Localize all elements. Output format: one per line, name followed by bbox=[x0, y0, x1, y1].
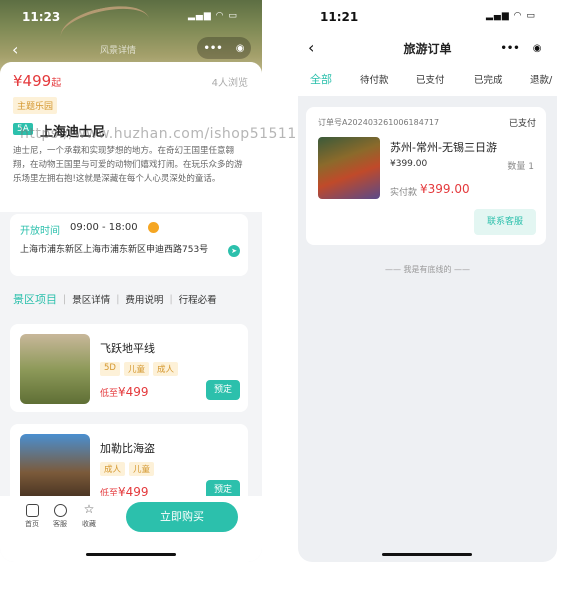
open-label: 开放时间 bbox=[20, 226, 60, 237]
address: 上海市浦东新区上海市浦东新区申迪西路753号 bbox=[20, 245, 209, 255]
tab-must-read[interactable]: 行程必看 bbox=[179, 292, 217, 306]
open-info-box: 开放时间 09:00 - 18:00 上海市浦东新区上海市浦东新区申迪西路753… bbox=[10, 214, 248, 276]
end-of-list: —— 我是有底线的 —— bbox=[384, 265, 471, 274]
tab-fees[interactable]: 费用说明 bbox=[125, 292, 163, 306]
view-count: 4人浏览 bbox=[211, 78, 248, 89]
tab-pending-payment[interactable]: 待付款 bbox=[360, 72, 389, 86]
product-tag: 儿童 bbox=[123, 362, 149, 376]
mini-program-capsule[interactable]: ••• ◉ bbox=[197, 37, 251, 59]
order-quantity: 数量 1 bbox=[507, 162, 534, 172]
theme-tag: 主题乐园 bbox=[13, 97, 58, 114]
travel-orders-screen: 11:21 ▂▄▆ ◠ ▭ ‹ 旅游订单 ••• ◉ 全部 待付款 已支付 已完成… bbox=[298, 0, 557, 562]
status-icons: ▂▄▆ ◠ ▭ bbox=[188, 11, 238, 21]
home-icon bbox=[25, 504, 39, 517]
tab-projects[interactable]: 景区项目 bbox=[13, 291, 57, 307]
order-card[interactable]: 订单号A202403261006184717 已支付 苏州-常州-无锡三日游 ¥… bbox=[306, 107, 546, 245]
order-thumbnail bbox=[318, 137, 380, 199]
status-time: 11:21 bbox=[320, 10, 359, 24]
home-indicator bbox=[86, 553, 176, 556]
order-tabs: 全部 待付款 已支付 已完成 退款/ bbox=[298, 70, 557, 92]
clock-icon bbox=[148, 222, 159, 233]
home-indicator bbox=[382, 553, 472, 556]
level-badge: 5A bbox=[13, 123, 33, 135]
more-icon[interactable]: ••• bbox=[204, 43, 223, 54]
buy-now-button[interactable]: 立即购买 bbox=[126, 502, 238, 532]
tab-detail[interactable]: 景区详情 bbox=[72, 292, 110, 306]
close-target-icon[interactable]: ◉ bbox=[236, 43, 245, 54]
product-tag: 儿童 bbox=[129, 462, 155, 476]
product-thumbnail bbox=[20, 334, 90, 404]
paid-label: 实付款 bbox=[390, 188, 418, 198]
order-status: 已支付 bbox=[508, 119, 536, 129]
service-icon bbox=[53, 504, 67, 517]
product-tag: 成人 bbox=[152, 362, 178, 376]
status-time: 11:23 bbox=[22, 10, 61, 24]
order-unit-price: ¥399.00 bbox=[390, 159, 428, 169]
bottom-action-bar: 首页 客服 ☆ 收藏 立即购买 bbox=[0, 496, 262, 562]
product-tag: 5D bbox=[100, 362, 120, 376]
contact-service-button[interactable]: 联系客服 bbox=[474, 209, 536, 235]
tab-completed[interactable]: 已完成 bbox=[474, 72, 503, 86]
product-name: 加勒比海盗 bbox=[100, 442, 155, 455]
home-button[interactable]: 首页 bbox=[20, 504, 44, 529]
price: ¥499起 bbox=[13, 72, 62, 90]
product-tags: 成人 儿童 bbox=[100, 462, 155, 476]
favorite-button[interactable]: ☆ 收藏 bbox=[77, 502, 101, 529]
product-price: 低至¥499 bbox=[100, 385, 149, 399]
product-name: 飞跃地平线 bbox=[100, 342, 155, 355]
tab-paid[interactable]: 已支付 bbox=[416, 72, 445, 86]
mini-program-capsule[interactable]: ••• ◉ bbox=[494, 37, 548, 59]
nav-title: 风景详情 bbox=[100, 46, 137, 56]
scenic-tabs: 景区项目 | 景区详情 | 费用说明 | 行程必看 bbox=[13, 291, 217, 307]
scenic-name: 上海迪士尼 bbox=[40, 125, 106, 140]
product-tag: 成人 bbox=[100, 462, 126, 476]
order-number: 订单号A202403261006184717 bbox=[318, 118, 440, 127]
more-icon[interactable]: ••• bbox=[501, 43, 520, 54]
scenic-detail-screen: 11:23 ▂▄▆ ◠ ▭ ‹ 风景详情 ••• ◉ ¥499起 4人浏览 主题乐… bbox=[0, 0, 262, 562]
tab-all[interactable]: 全部 bbox=[310, 71, 332, 87]
scenic-description: 迪士尼，一个承载和实现梦想的地方。在奇幻王国里任意翱翔，在动物王国里与可爱的动物… bbox=[13, 146, 243, 184]
back-icon[interactable]: ‹ bbox=[12, 40, 18, 59]
navigate-icon[interactable]: ➤ bbox=[228, 245, 240, 257]
close-target-icon[interactable]: ◉ bbox=[533, 43, 542, 54]
product-card[interactable]: 飞跃地平线 5D 儿童 成人 低至¥499 预定 bbox=[10, 324, 248, 412]
product-tags: 5D 儿童 成人 bbox=[100, 362, 178, 376]
order-product-name: 苏州-常州-无锡三日游 bbox=[390, 141, 497, 154]
service-button[interactable]: 客服 bbox=[48, 504, 72, 529]
paid-amount: ¥399.00 bbox=[420, 182, 470, 196]
open-time: 09:00 - 18:00 bbox=[70, 222, 138, 233]
star-icon: ☆ bbox=[83, 502, 95, 516]
status-icons: ▂▄▆ ◠ ▭ bbox=[486, 11, 536, 21]
product-thumbnail bbox=[20, 434, 90, 504]
tab-refund[interactable]: 退款/ bbox=[530, 72, 552, 86]
book-button[interactable]: 预定 bbox=[206, 380, 240, 400]
